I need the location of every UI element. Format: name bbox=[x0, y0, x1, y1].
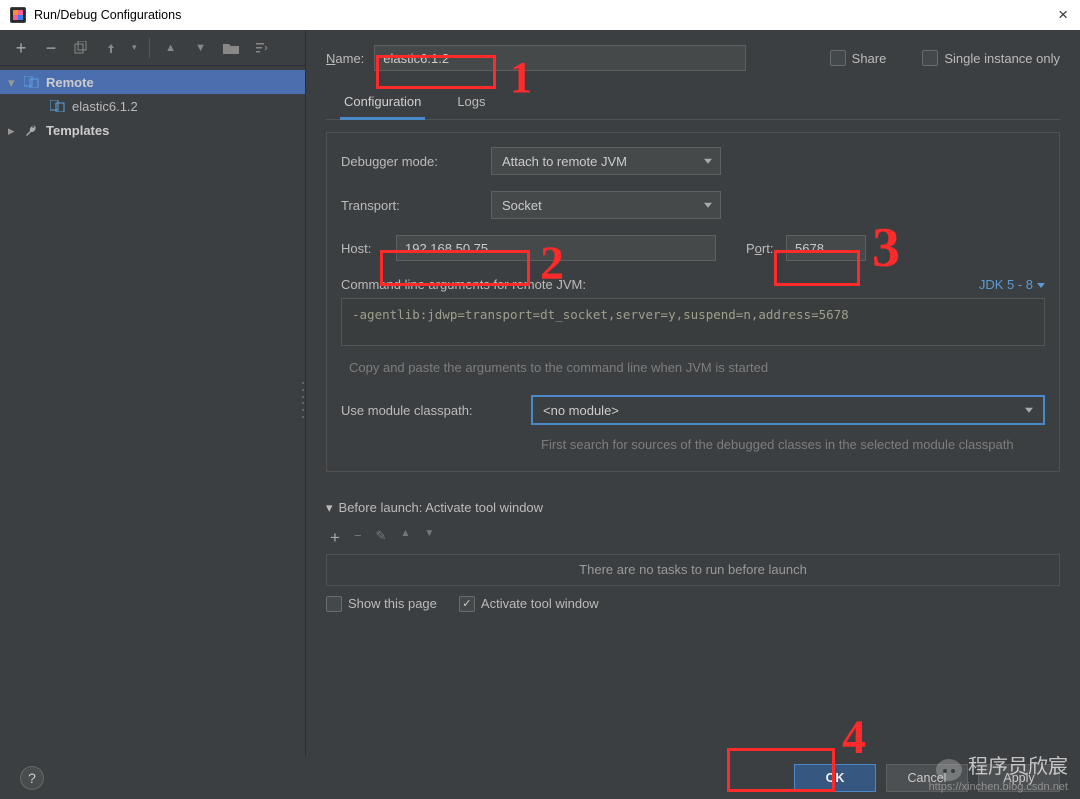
add-config-icon[interactable]: + bbox=[12, 39, 30, 57]
debugger-mode-label: Debugger mode: bbox=[341, 154, 491, 169]
move-down-icon[interactable]: ▼ bbox=[192, 39, 210, 57]
before-launch-header[interactable]: ▾ Before launch: Activate tool window bbox=[326, 500, 1060, 516]
remote-icon bbox=[24, 75, 40, 89]
tree-group-label: Remote bbox=[46, 75, 94, 90]
toolbar-separator bbox=[149, 38, 150, 58]
ok-button[interactable]: OK bbox=[794, 764, 876, 792]
wechat-icon bbox=[936, 759, 962, 781]
settings-icon[interactable] bbox=[102, 39, 120, 57]
port-label: Port: bbox=[746, 241, 786, 256]
content-pane: Name: Share Single instance only Configu… bbox=[306, 30, 1080, 756]
checkbox-checked-icon: ✓ bbox=[459, 596, 475, 612]
move-up-icon[interactable]: ▲ bbox=[162, 39, 180, 57]
sidebar-toolbar: + − ▾ ▲ ▼ bbox=[0, 30, 305, 66]
tree-group-remote[interactable]: ▾ Remote bbox=[0, 70, 305, 94]
chevron-down-icon bbox=[704, 203, 712, 208]
tree-group-templates[interactable]: ▸ Templates bbox=[0, 118, 305, 142]
config-tree: ▾ Remote elastic6.1.2 ▸ Templates bbox=[0, 66, 305, 142]
before-launch-title: Before launch: Activate tool window bbox=[339, 500, 544, 515]
before-launch-empty: There are no tasks to run before launch bbox=[326, 554, 1060, 586]
title-bar: Run/Debug Configurations × bbox=[0, 0, 1080, 30]
transport-combo[interactable]: Socket bbox=[491, 191, 721, 219]
chevron-down-icon bbox=[1037, 283, 1045, 288]
move-up-icon[interactable]: ▲ bbox=[400, 528, 410, 548]
checkbox-icon bbox=[830, 50, 846, 66]
main-area: + − ▾ ▲ ▼ ▾ Remote elastic6.1.2 ▸ bbox=[0, 30, 1080, 756]
watermark: 程序员欣宸 https://xinchen.blog.csdn.net bbox=[929, 750, 1068, 793]
tab-logs[interactable]: Logs bbox=[453, 86, 489, 119]
remote-icon bbox=[50, 99, 66, 113]
cmd-args-hint: Copy and paste the arguments to the comm… bbox=[341, 356, 1045, 377]
sidebar: + − ▾ ▲ ▼ ▾ Remote elastic6.1.2 ▸ bbox=[0, 30, 306, 756]
share-checkbox[interactable]: Share bbox=[830, 50, 887, 66]
close-icon[interactable]: × bbox=[1058, 5, 1068, 25]
port-input[interactable] bbox=[786, 235, 866, 261]
tab-bar: Configuration Logs bbox=[326, 86, 1060, 120]
folder-icon[interactable] bbox=[222, 39, 240, 57]
checkbox-icon bbox=[922, 50, 938, 66]
window-title: Run/Debug Configurations bbox=[34, 8, 181, 22]
module-combo[interactable]: <no module> bbox=[531, 395, 1045, 425]
name-label: Name: bbox=[326, 51, 364, 66]
chevron-down-icon bbox=[704, 159, 712, 164]
tree-item-label: elastic6.1.2 bbox=[72, 99, 138, 114]
combo-value: Attach to remote JVM bbox=[502, 154, 627, 169]
single-instance-checkbox[interactable]: Single instance only bbox=[922, 50, 1060, 66]
cmd-args-textarea[interactable]: -agentlib:jdwp=transport=dt_socket,serve… bbox=[341, 298, 1045, 346]
remove-config-icon[interactable]: − bbox=[42, 39, 60, 57]
host-input[interactable] bbox=[396, 235, 716, 261]
activate-tool-window-checkbox[interactable]: ✓ Activate tool window bbox=[459, 596, 599, 612]
module-label: Use module classpath: bbox=[341, 403, 531, 418]
add-task-icon[interactable]: + bbox=[330, 528, 340, 548]
before-launch-toolbar: + − ✎ ▲ ▼ bbox=[326, 522, 1060, 554]
chevron-down-icon: ▾ bbox=[326, 500, 333, 516]
transport-label: Transport: bbox=[341, 198, 491, 213]
remove-task-icon[interactable]: − bbox=[354, 528, 362, 548]
before-launch-section: ▾ Before launch: Activate tool window + … bbox=[326, 500, 1060, 612]
module-hint: First search for sources of the debugged… bbox=[341, 435, 1045, 455]
show-this-page-checkbox[interactable]: Show this page bbox=[326, 596, 437, 612]
copy-config-icon[interactable] bbox=[72, 39, 90, 57]
chevron-right-icon: ▸ bbox=[8, 123, 22, 137]
sort-icon[interactable] bbox=[252, 39, 270, 57]
combo-value: Socket bbox=[502, 198, 542, 213]
chevron-down-icon bbox=[1025, 408, 1033, 413]
app-icon bbox=[10, 7, 26, 23]
move-down-icon[interactable]: ▼ bbox=[424, 528, 434, 548]
dialog-footer: ? OK Cancel Apply bbox=[0, 756, 1080, 799]
tab-configuration[interactable]: Configuration bbox=[340, 86, 425, 119]
debugger-mode-combo[interactable]: Attach to remote JVM bbox=[491, 147, 721, 175]
cmd-args-label: Command line arguments for remote JVM: bbox=[341, 277, 1045, 292]
chevron-down-icon: ▾ bbox=[8, 75, 22, 89]
configuration-panel: Debugger mode: Attach to remote JVM Tran… bbox=[326, 132, 1060, 472]
tree-group-label: Templates bbox=[46, 123, 109, 138]
tree-item-elastic[interactable]: elastic6.1.2 bbox=[0, 94, 305, 118]
wrench-icon bbox=[24, 123, 40, 137]
host-label: Host: bbox=[341, 241, 396, 256]
help-button[interactable]: ? bbox=[20, 766, 44, 790]
edit-task-icon[interactable]: ✎ bbox=[376, 528, 387, 548]
combo-value: <no module> bbox=[543, 403, 619, 418]
jdk-link[interactable]: JDK 5 - 8 bbox=[979, 277, 1045, 292]
name-input[interactable] bbox=[374, 45, 746, 71]
checkbox-icon bbox=[326, 596, 342, 612]
